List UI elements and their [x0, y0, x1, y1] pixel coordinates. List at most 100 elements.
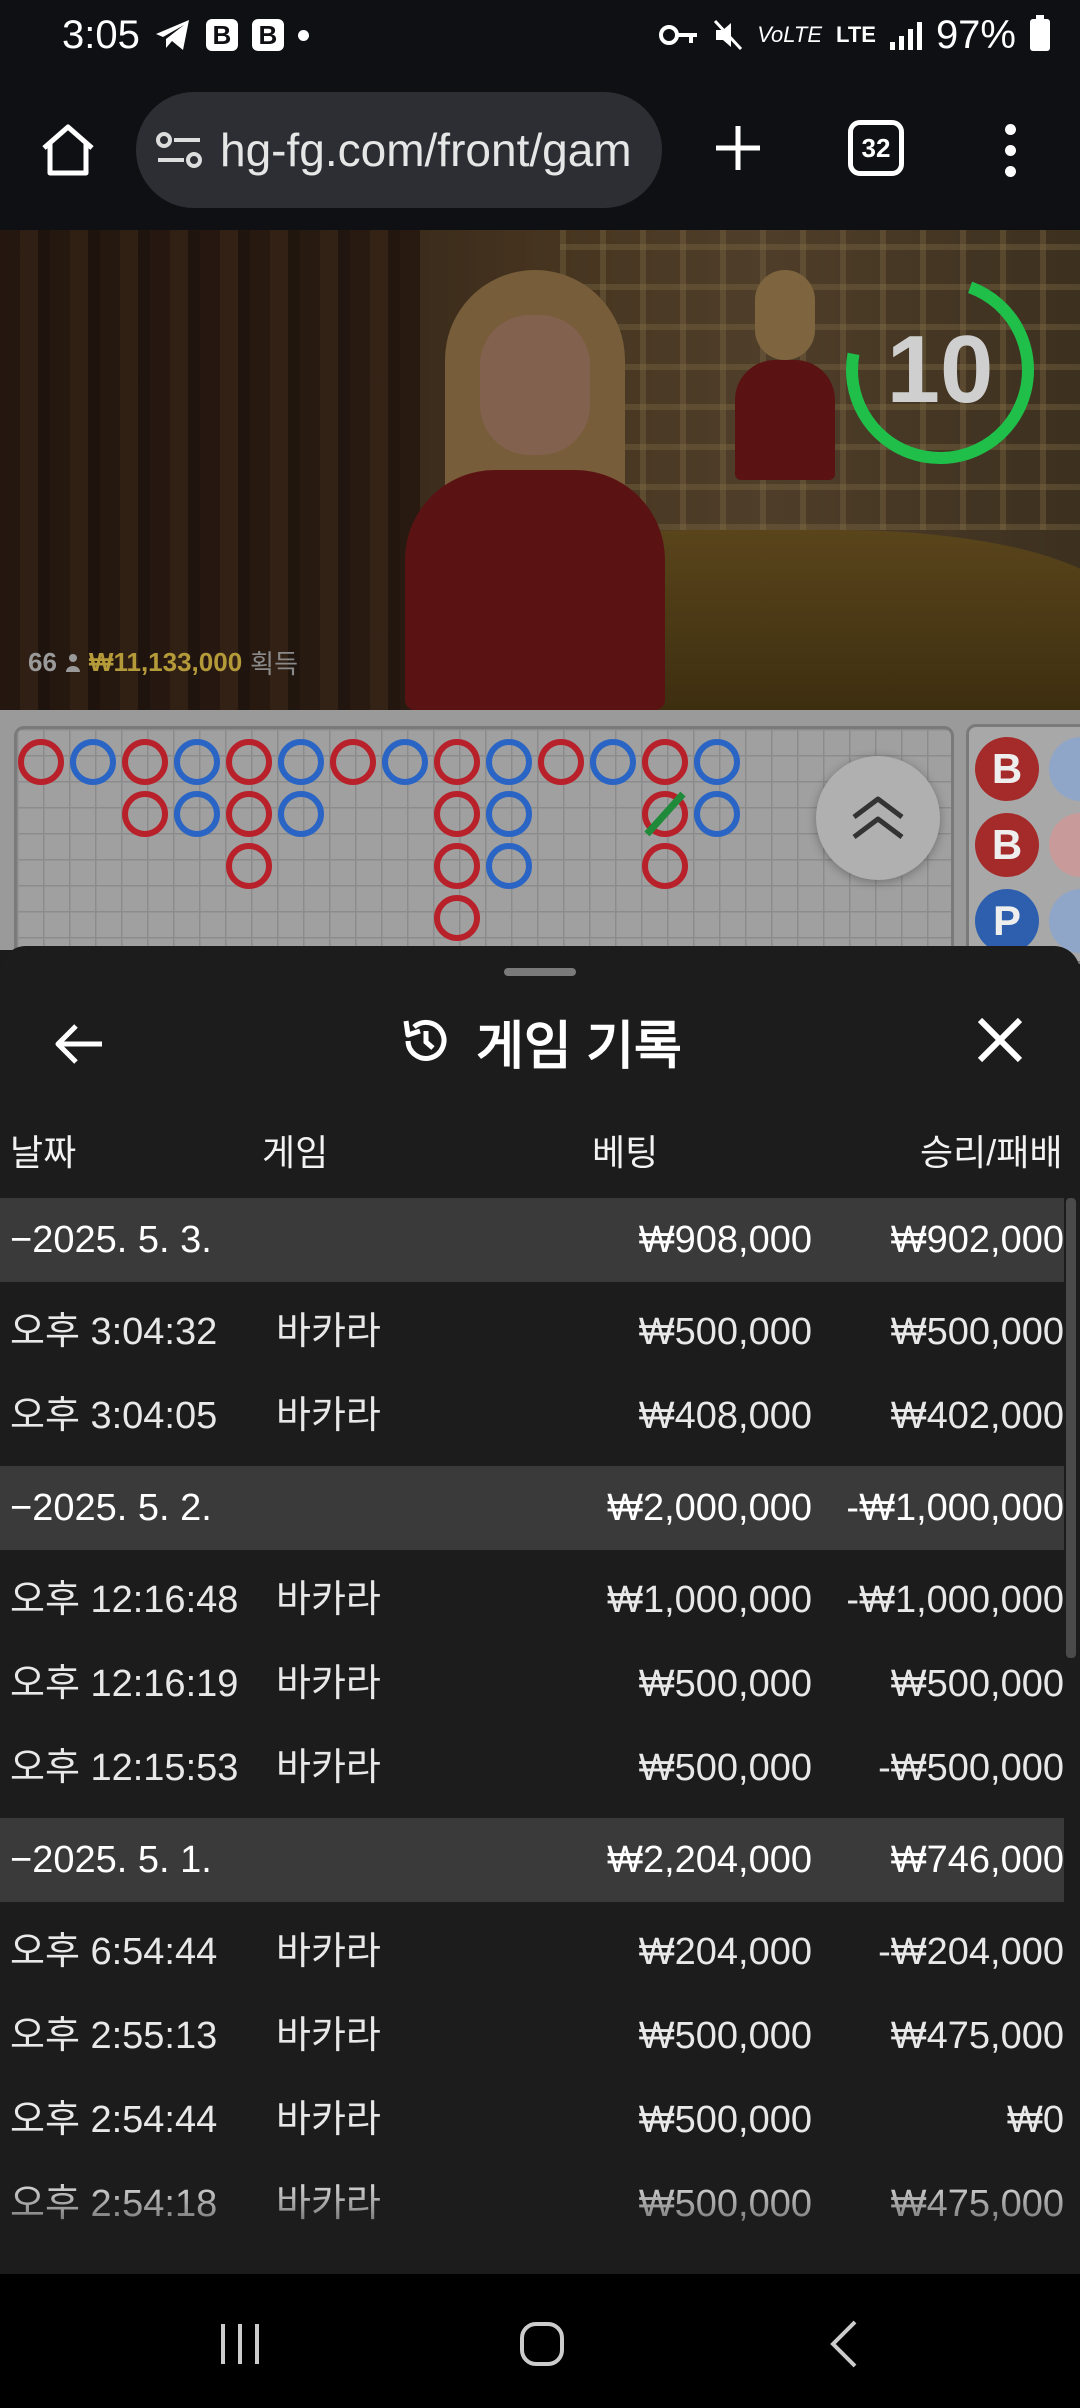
row-time: 오후 3:04:32 [10, 1311, 218, 1353]
status-bar: 3:05 B B VoLTE LTE 97% [0, 0, 1080, 70]
history-icon [403, 1019, 447, 1061]
lte-icon: LTE [836, 22, 876, 47]
row-game: 바카라 [276, 2099, 381, 2141]
date-group-row[interactable]: −2025. 5. 2. ₩2,000,000 -₩1,000,000 [0, 1466, 1064, 1550]
player-mark [70, 739, 116, 785]
history-row[interactable]: 오후 12:16:48 바카라 ₩1,000,000 -₩1,000,000 [0, 1558, 1064, 1642]
row-bet: ₩500,000 [638, 2015, 812, 2057]
home-nav-button[interactable] [502, 2304, 582, 2384]
row-result: -₩1,000,000 [846, 1579, 1064, 1621]
winners-info: 66 ₩11,133,000 획득 [28, 644, 298, 681]
side-road-panel: B B P [966, 724, 1080, 964]
row-time: 오후 12:16:19 [10, 1663, 239, 1705]
row-result: ₩500,000 [890, 1311, 1064, 1353]
tab-switcher-button[interactable]: 32 [848, 120, 904, 176]
road-marks [18, 739, 740, 941]
side-banker-badge: B [975, 813, 1039, 877]
back-nav-icon [830, 2320, 857, 2368]
url-bar[interactable]: hg-fg.com/front/gam [136, 92, 662, 208]
list-scrollbar[interactable] [1066, 1198, 1076, 1658]
more-notifications-icon [297, 29, 309, 41]
win-amount: ₩11,133,000 [88, 647, 243, 677]
group-result-total: ₩746,000 [890, 1839, 1064, 1881]
back-button[interactable] [50, 1014, 110, 1074]
banker-mark [538, 739, 584, 785]
menu-dot-icon [1004, 165, 1016, 177]
menu-dot-icon [1004, 123, 1016, 135]
mute-icon [714, 19, 743, 51]
row-game: 바카라 [276, 1311, 381, 1353]
side-partial-icon [1049, 737, 1080, 801]
banker-mark [122, 791, 168, 837]
banker-mark [434, 791, 480, 837]
site-settings-icon [156, 132, 202, 168]
sheet-header: 게임 기록 [0, 986, 1080, 1096]
list-fade-overlay [0, 2176, 1080, 2274]
banker-mark [434, 895, 480, 941]
group-date: −2025. 5. 2. [10, 1487, 212, 1529]
date-group-row[interactable]: −2025. 5. 3. ₩908,000 ₩902,000 [0, 1198, 1064, 1282]
row-result: -₩500,000 [878, 1747, 1064, 1789]
row-bet: ₩500,000 [638, 1663, 812, 1705]
double-chevron-up-icon [852, 796, 904, 839]
live-dealer-video[interactable]: 10 66 ₩11,133,000 획득 [0, 230, 1080, 710]
telegram-icon [155, 20, 189, 50]
column-header-date[interactable]: 날짜 [10, 1124, 76, 1176]
expand-road-button[interactable] [816, 756, 940, 880]
column-header-result[interactable]: 승리/패배 [920, 1124, 1062, 1176]
battery-percent: 97% [935, 12, 1016, 57]
arrow-left-icon [55, 1024, 102, 1064]
menu-dot-icon [1004, 144, 1016, 156]
row-game: 바카라 [276, 2015, 381, 2057]
history-row[interactable]: 오후 3:04:05 바카라 ₩408,000 ₩402,000 [0, 1374, 1064, 1458]
column-header-game[interactable]: 게임 [262, 1124, 328, 1176]
game-history-sheet: 게임 기록 날짜 게임 베팅 승리/패배 −2025. 5. 3. ₩908,0… [0, 946, 1080, 2274]
history-row[interactable]: 오후 3:04:32 바카라 ₩500,000 ₩500,000 [0, 1290, 1064, 1374]
back-nav-button[interactable] [804, 2304, 884, 2384]
recent-apps-icon [221, 2324, 259, 2364]
row-game: 바카라 [276, 1663, 381, 1705]
group-result-total: -₩1,000,000 [846, 1487, 1064, 1529]
row-time: 오후 12:15:53 [10, 1747, 239, 1789]
player-mark [278, 739, 324, 785]
row-bet: ₩500,000 [638, 1311, 812, 1353]
history-row[interactable]: 오후 6:54:44 바카라 ₩204,000 -₩204,000 [0, 1910, 1064, 1994]
row-time: 오후 2:55:13 [10, 2015, 218, 2057]
row-bet: ₩500,000 [638, 2099, 812, 2141]
history-row[interactable]: 오후 12:15:53 바카라 ₩500,000 -₩500,000 [0, 1726, 1064, 1810]
signal-icon [889, 22, 922, 50]
row-game: 바카라 [276, 1579, 381, 1621]
group-result-total: ₩902,000 [890, 1219, 1064, 1261]
new-tab-button[interactable] [700, 110, 776, 186]
plus-icon [716, 126, 760, 170]
history-list: −2025. 5. 3. ₩908,000 ₩902,000 오후 3:04:3… [0, 1198, 1064, 2246]
player-mark [174, 791, 220, 837]
recent-apps-button[interactable] [200, 2304, 280, 2384]
column-header-bet[interactable]: 베팅 [592, 1124, 658, 1176]
key-icon [659, 25, 698, 45]
player-mark [278, 791, 324, 837]
group-bet-total: ₩2,000,000 [607, 1487, 812, 1529]
volte-icon: VoLTE [757, 22, 823, 47]
history-row[interactable]: 오후 12:16:19 바카라 ₩500,000 ₩500,000 [0, 1642, 1064, 1726]
history-row[interactable]: 오후 2:54:44 바카라 ₩500,000 ₩0 [0, 2078, 1064, 2162]
row-bet: ₩1,000,000 [607, 1579, 812, 1621]
date-group-row[interactable]: −2025. 5. 1. ₩2,204,000 ₩746,000 [0, 1818, 1064, 1902]
side-partial-icon [1049, 889, 1080, 953]
banker-mark [226, 791, 272, 837]
row-result: ₩402,000 [890, 1395, 1064, 1437]
url-text: hg-fg.com/front/gam [220, 124, 632, 176]
group-date: −2025. 5. 3. [10, 1219, 212, 1261]
close-button[interactable] [970, 1010, 1030, 1070]
sheet-drag-handle[interactable] [504, 968, 576, 976]
banker-mark [122, 739, 168, 785]
b-notification-icon: B [205, 19, 238, 51]
row-bet: ₩204,000 [638, 1931, 812, 1973]
timer-value: 10 [886, 316, 994, 423]
home-nav-icon [520, 2322, 564, 2366]
browser-menu-button[interactable] [990, 110, 1030, 190]
history-row[interactable]: 오후 2:55:13 바카라 ₩500,000 ₩475,000 [0, 1994, 1064, 2078]
row-bet: ₩500,000 [638, 1747, 812, 1789]
b-notification-icon: B [251, 19, 284, 51]
home-button[interactable] [30, 115, 106, 185]
